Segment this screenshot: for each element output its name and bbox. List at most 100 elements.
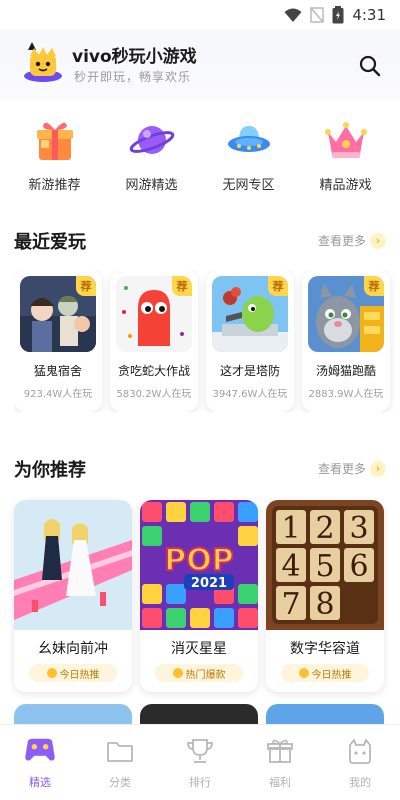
- recommend-more-link[interactable]: 查看更多 ›: [318, 460, 386, 477]
- hot-badge: 热门爆款: [155, 664, 243, 682]
- nav-item-category[interactable]: 分类: [90, 736, 150, 790]
- recommend-tag: 荐: [268, 276, 288, 296]
- recent-game-card[interactable]: 荐 猛鬼宿舍 923.4W人在玩: [14, 270, 102, 412]
- hot-badge-label: 热门爆款: [185, 669, 226, 681]
- nav-label: 我的: [349, 776, 371, 789]
- recommend-tag: 荐: [364, 276, 384, 296]
- recent-games-row: 荐 猛鬼宿舍 923.4W人在玩 荐 贪吃蛇大作战 5830.2W人在玩 荐 这…: [14, 270, 400, 412]
- no-signal-icon: [310, 7, 325, 23]
- more-label: 查看更多: [317, 234, 366, 248]
- game-name: 猛鬼宿舍: [33, 364, 82, 378]
- flame-icon: [46, 668, 57, 678]
- game-thumbnail: 荐: [212, 276, 288, 352]
- nav-label: 精选: [29, 776, 51, 789]
- game-thumbnail: 荐: [308, 276, 384, 352]
- hot-badge: 今日热推: [281, 664, 369, 682]
- nav-item-profile[interactable]: 我的: [330, 736, 390, 790]
- puzzle-tile: 4: [281, 549, 300, 584]
- recent-game-card[interactable]: 荐 贪吃蛇大作战 5830.2W人在玩: [110, 270, 198, 412]
- bottom-nav: 精选 分类 排行 福利 我的: [0, 724, 400, 800]
- trophy-icon: [187, 739, 213, 763]
- app-title: vivo秒玩小游戏: [72, 47, 197, 67]
- recent-game-card[interactable]: 荐 汤姆猫跑酷 2883.9W人在玩: [302, 270, 390, 412]
- game-name: 贪吃蛇大作战: [117, 364, 190, 378]
- pop-year-text: 2021: [191, 576, 227, 591]
- app-header: vivo秒玩小游戏 秒开即玩，畅享欢乐: [0, 30, 400, 100]
- game-thumbnail: 荐: [116, 276, 192, 352]
- wifi-icon: [284, 8, 302, 22]
- flame-icon: [172, 668, 183, 678]
- recommend-tag: 荐: [76, 276, 96, 296]
- recent-game-card[interactable]: 荐 这才是塔防 3947.6W人在玩: [206, 270, 294, 412]
- nav-item-featured[interactable]: 精选: [10, 732, 70, 790]
- flame-icon: [298, 668, 309, 678]
- recommend-game-card[interactable]: POP 2021 消灭星星 热门爆款: [140, 500, 258, 692]
- category-label: 新游推荐: [28, 178, 81, 193]
- recommend-section-header: 为你推荐 查看更多 ›: [14, 456, 386, 482]
- category-premium-games[interactable]: 精品游戏: [301, 108, 391, 198]
- recommend-game-card[interactable]: 1 2 3 4 5 6 7 8 数字华容道 今日热推: [266, 500, 384, 692]
- puzzle-tile: 5: [315, 549, 334, 584]
- play-count: 2883.9W人在玩: [308, 389, 384, 400]
- game-cover: POP 2021: [140, 500, 258, 630]
- recent-more-link[interactable]: 查看更多 ›: [318, 232, 386, 249]
- next-row-preview: [14, 704, 400, 724]
- folder-icon: [107, 742, 133, 762]
- play-count: 5830.2W人在玩: [116, 389, 192, 400]
- puzzle-tile: 8: [315, 587, 334, 622]
- gift-box-icon: [36, 122, 73, 160]
- category-label: 网游精选: [125, 178, 178, 193]
- nav-label: 分类: [109, 776, 131, 789]
- game-name: 这才是塔防: [219, 364, 280, 378]
- search-icon[interactable]: [358, 54, 382, 78]
- app-logo-icon: [24, 42, 62, 82]
- puzzle-tile: 3: [349, 511, 368, 546]
- gift-icon: [267, 739, 293, 763]
- status-bar: 4:31: [0, 0, 400, 30]
- profile-icon: [349, 739, 371, 764]
- more-label: 查看更多: [317, 462, 366, 476]
- category-label: 无网专区: [222, 178, 275, 193]
- recommend-game-card[interactable]: 幺妹向前冲 今日热推: [14, 500, 132, 692]
- game-cover: [14, 500, 132, 630]
- status-time: 4:31: [352, 6, 386, 24]
- app-slogan: 秒开即玩，畅享欢乐: [74, 70, 192, 84]
- battery-icon: [332, 6, 344, 24]
- category-online-games[interactable]: 网游精选: [107, 108, 197, 198]
- puzzle-tile: 2: [315, 511, 334, 546]
- hot-badge: 今日热推: [29, 664, 117, 682]
- nav-item-welfare[interactable]: 福利: [250, 736, 310, 790]
- game-name: 数字华容道: [290, 641, 360, 657]
- game-cover-partial[interactable]: [14, 704, 132, 724]
- play-count: 923.4W人在玩: [23, 389, 93, 400]
- puzzle-tile: 7: [281, 587, 300, 622]
- gamepad-icon: [25, 738, 55, 761]
- crown-icon: [324, 122, 367, 158]
- recommend-games-row: 幺妹向前冲 今日热推 POP 2021 消灭星星 热门爆款 1 2 3 4 5 …: [14, 500, 400, 692]
- game-cover: 1 2 3 4 5 6 7 8: [266, 500, 384, 630]
- category-new-games[interactable]: 新游推荐: [10, 108, 100, 198]
- category-offline-games[interactable]: 无网专区: [204, 108, 294, 198]
- pop-logo-text: POP: [164, 543, 233, 578]
- hot-badge-label: 今日热推: [311, 669, 352, 681]
- category-row: 新游推荐 网游精选 无网专区 精品游戏: [0, 108, 400, 198]
- game-name: 汤姆猫跑酷: [315, 364, 376, 378]
- hot-badge-label: 今日热推: [59, 669, 100, 681]
- category-label: 精品游戏: [319, 178, 372, 193]
- recommend-tag: 荐: [172, 276, 192, 296]
- game-cover-partial[interactable]: [140, 704, 258, 724]
- nav-label: 福利: [269, 776, 291, 789]
- play-count: 3947.6W人在玩: [212, 389, 288, 400]
- planet-icon: [129, 126, 174, 154]
- ufo-icon: [227, 126, 270, 152]
- chevron-right-icon: ›: [370, 460, 386, 477]
- game-name: 消灭星星: [171, 641, 227, 657]
- game-name: 幺妹向前冲: [38, 641, 108, 657]
- game-cover-partial[interactable]: [266, 704, 384, 724]
- puzzle-tile: 1: [281, 511, 300, 546]
- chevron-right-icon: ›: [370, 232, 386, 249]
- game-thumbnail: 荐: [20, 276, 96, 352]
- nav-item-ranking[interactable]: 排行: [170, 736, 230, 790]
- nav-label: 排行: [189, 776, 211, 789]
- recent-section-header: 最近爱玩 查看更多 ›: [14, 228, 386, 254]
